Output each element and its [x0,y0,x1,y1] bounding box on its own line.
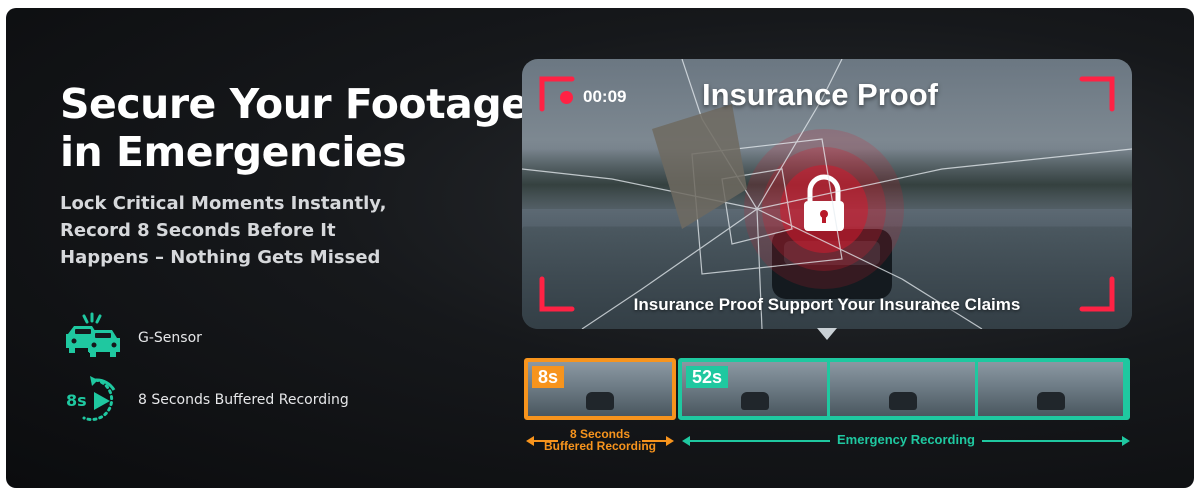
subhead-line-1: Lock Critical Moments Instantly, [60,193,387,214]
feature-g-sensor: G-Sensor [62,312,202,364]
emergency-clip-strip: 52s [678,358,1130,420]
dashcam-video-preview: 00:09 Insurance Proof Insurance Proof Su… [522,59,1132,329]
collision-cars-icon [62,312,124,364]
record-dot-icon [560,90,573,104]
video-title: Insurance Proof [702,77,938,112]
recording-timestamp: 00:09 [583,87,627,106]
buffer-timeline-label: 8 Seconds Buffered Recording [524,426,676,456]
headline-line-1: Secure Your Footage [60,80,529,128]
buffer-label-line-2: Buffered Recording [543,439,656,453]
recording-indicator: 00:09 [560,87,626,107]
headline: Secure Your Footage in Emergencies [60,80,530,176]
feature-label-buffered-recording: 8 Seconds Buffered Recording [138,392,349,408]
emergency-duration-badge: 52s [686,366,729,388]
buffer-duration-badge: 8s [532,366,565,388]
emergency-label: Emergency Recording [837,432,975,447]
callout-pointer [817,328,837,340]
headline-line-2: in Emergencies [60,128,407,176]
emergency-frame [830,362,975,416]
emergency-frame [978,362,1123,416]
subheadline: Lock Critical Moments Instantly, Record … [60,190,440,271]
svg-text:8s: 8s [66,391,87,410]
buffered-clip-strip: 8s [524,358,676,420]
subhead-line-3: Happens – Nothing Gets Missed [60,247,381,268]
car-thumbnail [586,392,614,410]
emergency-timeline-label: Emergency Recording [680,426,1132,456]
feature-label-g-sensor: G-Sensor [138,330,202,346]
feature-buffered-recording: 8s 8 Seconds Buffered Recording [62,374,349,426]
8s-replay-icon: 8s [62,374,124,426]
video-caption: Insurance Proof Support Your Insurance C… [633,295,1021,314]
subhead-line-2: Record 8 Seconds Before It [60,220,336,241]
glass-shard [652,104,747,229]
